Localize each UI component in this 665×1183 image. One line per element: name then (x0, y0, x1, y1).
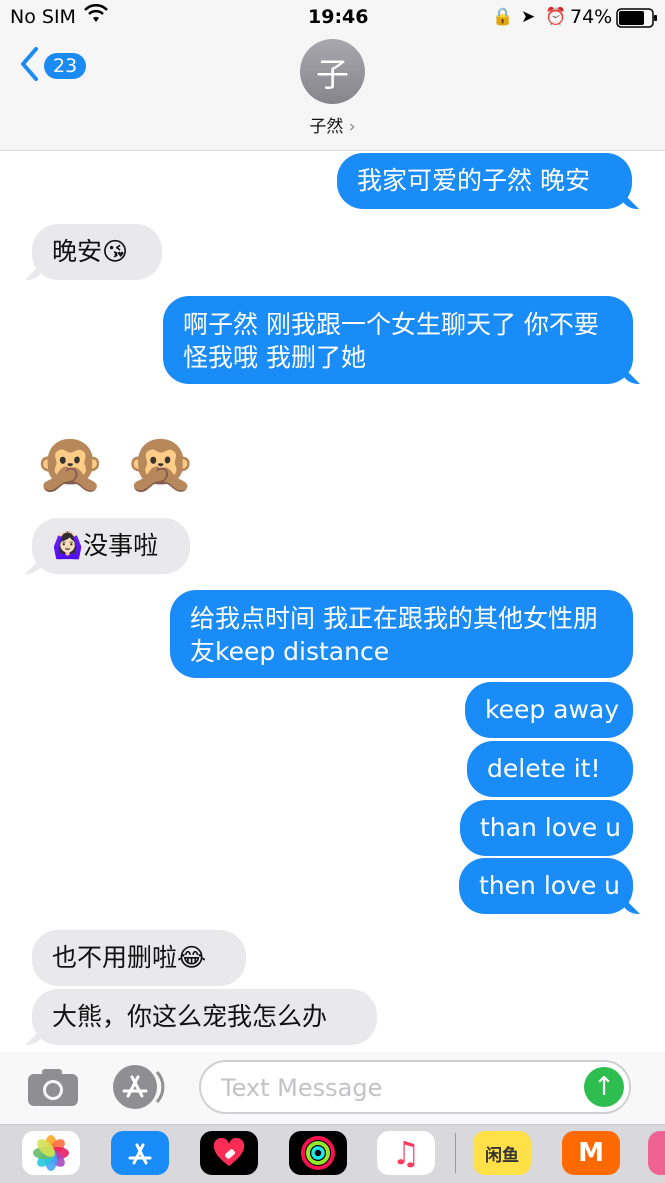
photos-icon[interactable] (22, 1131, 80, 1175)
camera-icon[interactable] (26, 1066, 80, 1112)
contact-name: 子然 (309, 117, 344, 137)
message-text: 🙆🏻‍♀️没事啦 (52, 531, 159, 560)
mango-tv-icon[interactable]: M (562, 1131, 620, 1175)
music-note-icon: ♫ (391, 1134, 421, 1172)
battery-icon (616, 8, 658, 33)
message-bubble-outgoing[interactable]: then love u (459, 858, 633, 914)
contact-name-button[interactable]: 子然 › (0, 112, 665, 137)
app-store-drawer-icon[interactable] (112, 1064, 170, 1114)
message-text: 也不用删啦😂 (52, 943, 207, 972)
orientation-lock-icon: 🔒 (492, 7, 514, 27)
message-text: than love u (480, 813, 621, 842)
message-text: 给我点时间 我正在跟我的其他女性朋友keep distance (190, 604, 598, 666)
mango-tv-label: M (578, 1138, 604, 1168)
battery-percent: 74% (570, 6, 613, 28)
heart-app-icon[interactable] (200, 1131, 258, 1175)
message-bubble-outgoing[interactable]: 给我点时间 我正在跟我的其他女性朋友keep distance (170, 590, 633, 678)
message-input-placeholder: Text Message (221, 1074, 383, 1102)
monkey-emoji-message[interactable]: 🙊 🙊 (34, 428, 197, 498)
message-bubble-incoming[interactable]: 大熊，你这么宠我怎么办 (32, 989, 377, 1045)
back-button[interactable]: 23 (18, 46, 87, 86)
message-bubble-outgoing[interactable]: than love u (460, 800, 633, 856)
message-bubble-outgoing[interactable]: 我家可爱的子然 晚安 (337, 153, 632, 209)
app-store-icon[interactable] (111, 1131, 169, 1175)
message-bubble-incoming[interactable]: 🙆🏻‍♀️没事啦 (32, 518, 190, 574)
music-icon[interactable]: ♫ (377, 1131, 435, 1175)
xianyu-app-icon[interactable]: 闲鱼 (473, 1131, 531, 1175)
app-drawer: ♫ 闲鱼 M (0, 1124, 665, 1183)
message-bubble-outgoing[interactable]: keep away (465, 682, 633, 738)
message-text: 🙊 🙊 (34, 429, 197, 497)
message-text: then love u (479, 871, 621, 900)
status-bar: No SIM 19:46 🔒 ➤ ⏰ 74% (0, 0, 665, 34)
message-input[interactable]: Text Message ↑ (199, 1060, 631, 1114)
clock: 19:46 (308, 6, 369, 28)
chevron-right-icon: › (348, 117, 356, 137)
message-text: 我家可爱的子然 晚安 (357, 166, 590, 195)
avatar-initial: 子 (316, 54, 349, 94)
chevron-left-icon (18, 46, 40, 86)
message-text: 大熊，你这么宠我怎么办 (52, 1002, 328, 1031)
message-bubble-incoming[interactable]: 晚安😘 (32, 224, 162, 280)
message-bubble-incoming[interactable]: 也不用删啦😂 (32, 930, 246, 986)
more-app-icon[interactable] (648, 1131, 665, 1175)
alarm-icon: ⏰ (545, 7, 567, 27)
wifi-icon (84, 3, 108, 29)
activity-icon[interactable] (289, 1131, 347, 1175)
message-text: delete it! (487, 754, 601, 783)
xianyu-label: 闲鱼 (485, 1145, 519, 1166)
unread-count-badge: 23 (44, 53, 87, 79)
carrier-label: No SIM (10, 6, 76, 28)
message-bubble-outgoing[interactable]: 啊子然 刚我跟一个女生聊天了 你不要怪我哦 我删了她 (163, 296, 633, 384)
avatar[interactable]: 子 (300, 39, 365, 104)
dock-divider (455, 1133, 456, 1173)
send-button[interactable]: ↑ (584, 1067, 624, 1107)
message-text: 啊子然 刚我跟一个女生聊天了 你不要怪我哦 我删了她 (183, 310, 599, 372)
message-text: keep away (485, 695, 620, 724)
arrow-up-icon: ↑ (593, 1072, 615, 1102)
message-bubble-outgoing[interactable]: delete it! (467, 741, 633, 797)
location-icon: ➤ (521, 7, 536, 27)
message-text: 晚安😘 (52, 237, 129, 266)
